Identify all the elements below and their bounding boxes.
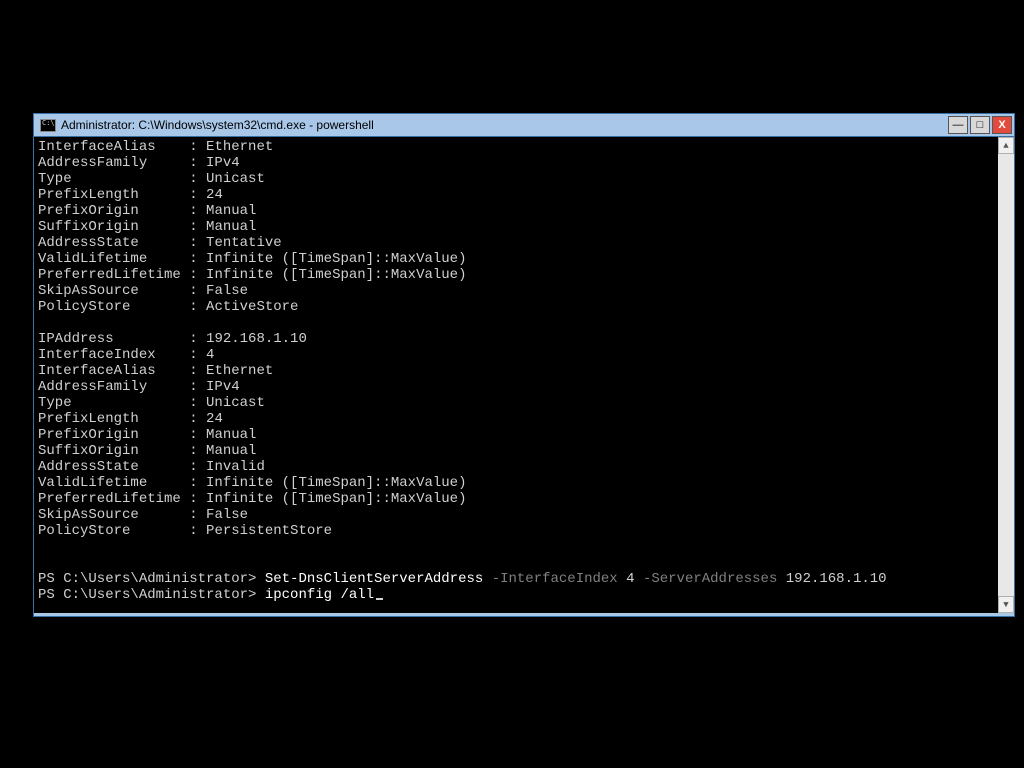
window-controls: — □ X — [946, 114, 1014, 136]
row: AddressState : Invalid — [38, 459, 265, 475]
cmd-window: Administrator: C:\Windows\system32\cmd.e… — [33, 113, 1015, 617]
row: SuffixOrigin : Manual — [38, 219, 256, 235]
maximize-button[interactable]: □ — [970, 116, 990, 134]
row: SkipAsSource : False — [38, 283, 248, 299]
row: AddressFamily : IPv4 — [38, 155, 240, 171]
row: AddressFamily : IPv4 — [38, 379, 240, 395]
client-area: InterfaceAlias : Ethernet AddressFamily … — [34, 137, 1014, 616]
row: PolicyStore : PersistentStore — [38, 523, 332, 539]
row: SkipAsSource : False — [38, 507, 248, 523]
cmd-icon — [40, 119, 56, 132]
row: Type : Unicast — [38, 171, 265, 187]
row: Type : Unicast — [38, 395, 265, 411]
row: ValidLifetime : Infinite ([TimeSpan]::Ma… — [38, 251, 466, 267]
scroll-track[interactable] — [998, 154, 1014, 596]
row: PrefixLength : 24 — [38, 411, 223, 427]
prompt-line: PS C:\Users\Administrator> Set-DnsClient… — [38, 571, 887, 587]
row: InterfaceAlias : Ethernet — [38, 363, 273, 379]
minimize-button[interactable]: — — [948, 116, 968, 134]
window-title: Administrator: C:\Windows\system32\cmd.e… — [61, 118, 946, 132]
row: PolicyStore : ActiveStore — [38, 299, 298, 315]
scroll-down-arrow-icon[interactable]: ▼ — [998, 596, 1014, 613]
close-button[interactable]: X — [992, 116, 1012, 134]
row: IPAddress : 192.168.1.10 — [38, 331, 307, 347]
row: ValidLifetime : Infinite ([TimeSpan]::Ma… — [38, 475, 466, 491]
cursor — [376, 598, 383, 600]
row: PreferredLifetime : Infinite ([TimeSpan]… — [38, 491, 467, 507]
titlebar[interactable]: Administrator: C:\Windows\system32\cmd.e… — [34, 114, 1014, 137]
row: PreferredLifetime : Infinite ([TimeSpan]… — [38, 267, 467, 283]
row: SuffixOrigin : Manual — [38, 443, 256, 459]
vertical-scrollbar[interactable]: ▲ ▼ — [998, 137, 1014, 613]
scroll-up-arrow-icon[interactable]: ▲ — [998, 137, 1014, 154]
row: InterfaceAlias : Ethernet — [38, 139, 273, 155]
terminal-output[interactable]: InterfaceAlias : Ethernet AddressFamily … — [34, 137, 998, 613]
prompt-line[interactable]: PS C:\Users\Administrator> ipconfig /all — [38, 587, 383, 603]
row: PrefixLength : 24 — [38, 187, 223, 203]
row: PrefixOrigin : Manual — [38, 203, 256, 219]
row: AddressState : Tentative — [38, 235, 282, 251]
row: InterfaceIndex : 4 — [38, 347, 214, 363]
row: PrefixOrigin : Manual — [38, 427, 256, 443]
